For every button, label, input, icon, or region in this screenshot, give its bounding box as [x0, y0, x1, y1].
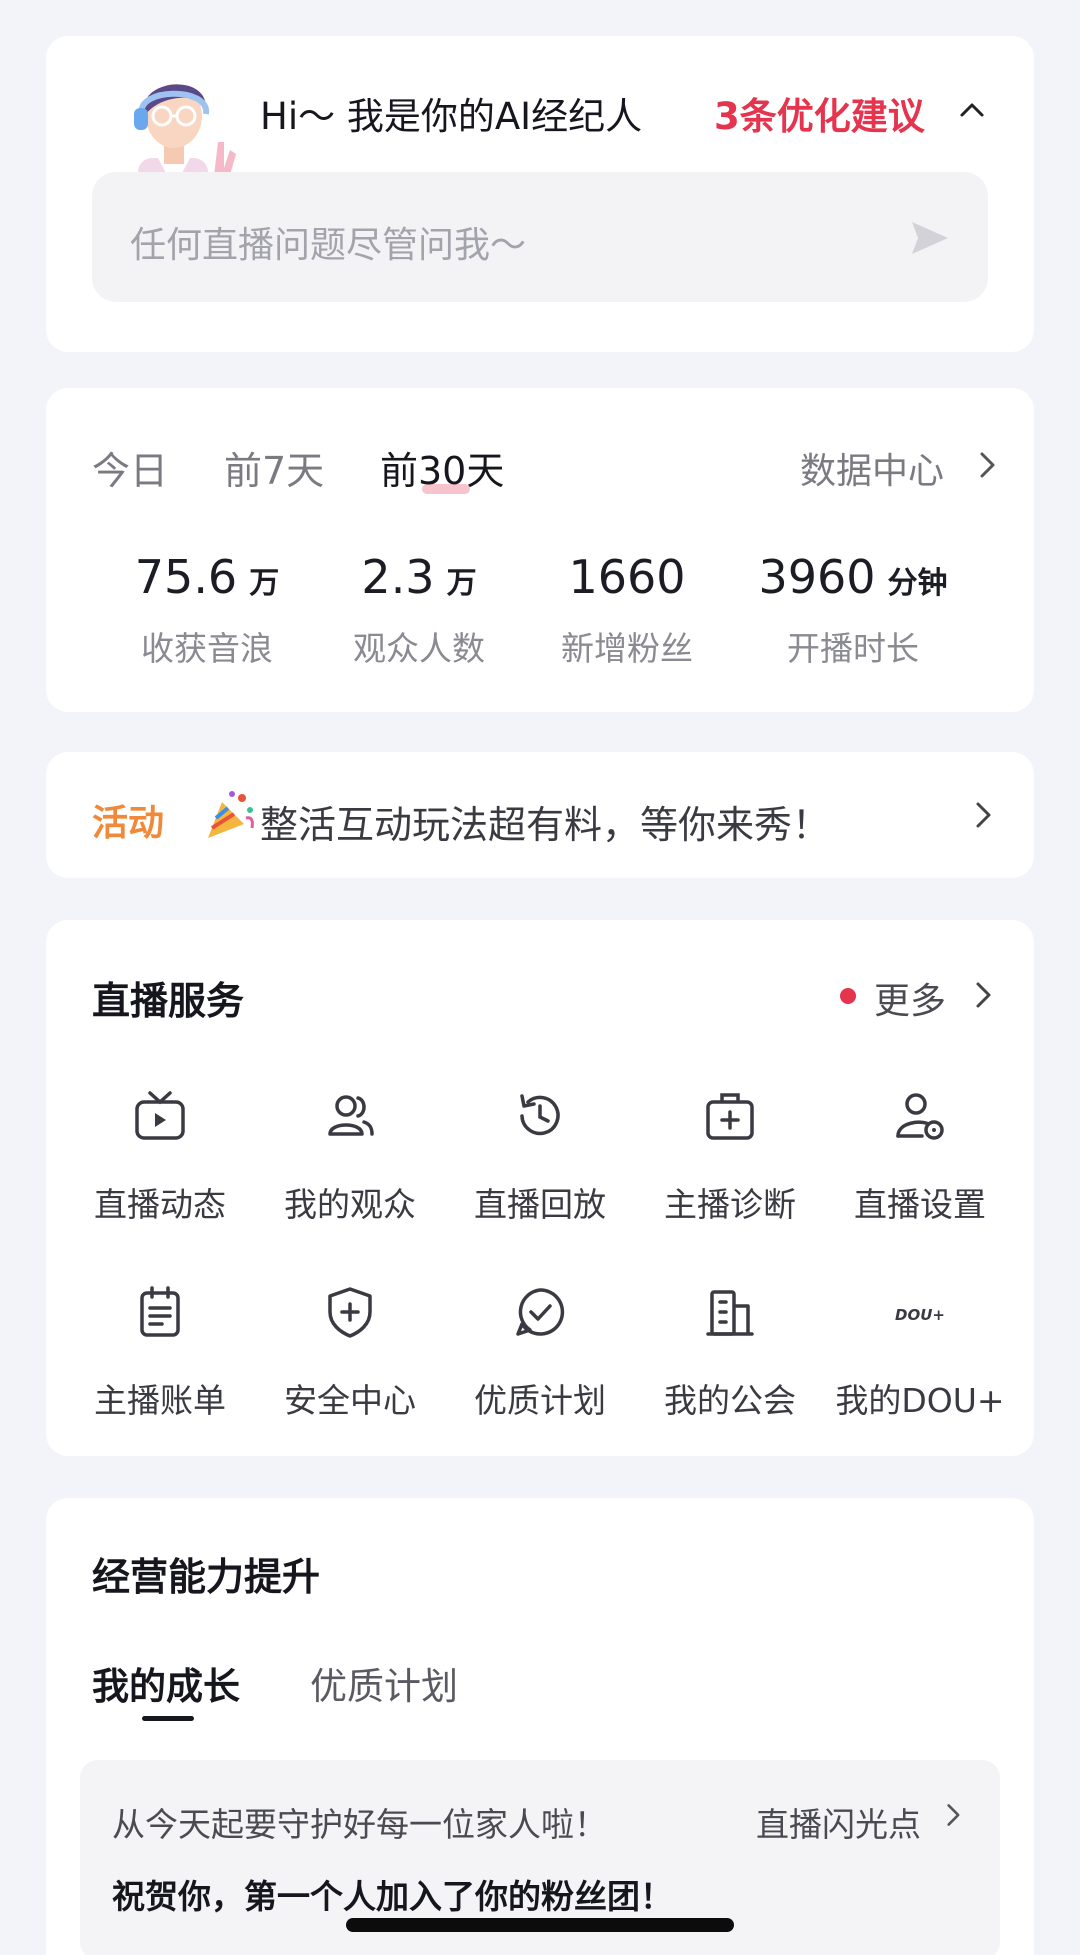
- service-label: 优质计划: [474, 1381, 606, 1420]
- service-label: 主播诊断: [664, 1185, 796, 1224]
- active-tab-indicator: [142, 1716, 194, 1721]
- growth-congrats: 祝贺你，第一个人加入了你的粉丝团！: [112, 1877, 673, 1916]
- users-icon: [328, 1095, 374, 1136]
- agent-greeting: Hi～ 我是你的AI经纪人: [260, 95, 643, 138]
- tv-play-icon: [135, 1091, 185, 1140]
- service-security-center[interactable]: 安全中心: [260, 1284, 440, 1444]
- ai-agent-card: Hi～ 我是你的AI经纪人 3条优化建议 任何直播问题尽管问我～: [46, 36, 1034, 352]
- service-label: 直播设置: [854, 1185, 986, 1224]
- service-live-updates[interactable]: 直播动态: [70, 1088, 250, 1248]
- stat-unit: 万: [249, 566, 280, 601]
- business-growth-card: 经营能力提升 我的成长 优质计划 从今天起要守护好每一位家人啦！ 直播闪光点 祝…: [46, 1498, 1034, 1955]
- ask-input-placeholder: 任何直播问题尽管问我～: [130, 225, 527, 266]
- history-icon: [520, 1094, 560, 1136]
- party-popper-icon: [208, 791, 254, 838]
- page: Hi～ 我是你的AI经纪人 3条优化建议 任何直播问题尽管问我～ 今日 前7天 …: [0, 0, 1080, 1955]
- growth-message: 从今天起要守护好每一位家人啦！: [112, 1805, 607, 1844]
- service-label: 我的DOU+: [835, 1381, 1005, 1420]
- tab-my-growth[interactable]: 我的成长: [92, 1656, 240, 1710]
- building-icon: [706, 1290, 754, 1336]
- ask-input[interactable]: 任何直播问题尽管问我～: [92, 172, 988, 302]
- dou-plus-icon: DOU+: [895, 1306, 945, 1324]
- stat-new-fans: 1660: [512, 550, 742, 604]
- stat-unit: 万: [446, 566, 477, 601]
- service-my-guild[interactable]: 我的公会: [640, 1284, 820, 1444]
- tab-last-7-days[interactable]: 前7天: [224, 440, 324, 495]
- service-label: 我的公会: [664, 1381, 796, 1420]
- activity-tag: 活动: [92, 803, 165, 844]
- service-label: 安全中心: [284, 1381, 416, 1420]
- data-center-link[interactable]: 数据中心: [800, 442, 944, 494]
- tab-today[interactable]: 今日: [92, 440, 168, 495]
- stat-value: 1660: [568, 550, 686, 604]
- service-my-dou-plus[interactable]: DOU+ 我的DOU+: [830, 1284, 1010, 1444]
- chevron-right-icon[interactable]: [968, 980, 998, 1010]
- tab-last-30-days[interactable]: 前30天: [380, 440, 504, 495]
- home-indicator[interactable]: [346, 1918, 734, 1932]
- service-streamer-diagnosis[interactable]: 主播诊断: [640, 1088, 820, 1248]
- stat-viewers: 2.3 万: [304, 550, 534, 604]
- chevron-right-icon[interactable]: [968, 800, 998, 830]
- service-label: 直播回放: [474, 1185, 606, 1224]
- send-icon[interactable]: [908, 216, 952, 260]
- stat-value: 75.6: [134, 550, 238, 604]
- stats-card: 今日 前7天 前30天 数据中心 75.6 万 收获音浪 2.3 万 观众人数 16…: [46, 388, 1034, 712]
- optimization-suggestions-link[interactable]: 3条优化建议: [714, 86, 925, 140]
- check-badge-icon: [516, 1288, 565, 1336]
- service-label: 主播账单: [94, 1381, 226, 1420]
- user-settings-icon: [896, 1093, 944, 1140]
- shield-plus-icon: [328, 1287, 372, 1338]
- section-title: 直播服务: [92, 979, 245, 1023]
- service-live-settings[interactable]: 直播设置: [830, 1088, 1010, 1248]
- stat-sound-waves: 75.6 万: [92, 550, 322, 604]
- service-live-replay[interactable]: 直播回放: [450, 1088, 630, 1248]
- more-link[interactable]: 更多: [874, 972, 946, 1024]
- stat-unit: 分钟: [887, 566, 948, 601]
- activity-banner[interactable]: 活动 整活互动玩法超有料，等你来秀！: [46, 752, 1034, 878]
- chevron-up-icon[interactable]: [956, 94, 988, 126]
- service-my-audience[interactable]: 我的观众: [260, 1088, 440, 1248]
- tab-quality-plan[interactable]: 优质计划: [310, 1656, 458, 1710]
- chevron-right-icon[interactable]: [940, 1802, 966, 1828]
- activity-text: 整活互动玩法超有料，等你来秀！: [260, 803, 831, 847]
- stat-label: 新增粉丝: [561, 629, 693, 668]
- bill-icon: [140, 1286, 180, 1337]
- section-title: 经营能力提升: [92, 1555, 321, 1599]
- stat-label: 观众人数: [353, 629, 485, 668]
- live-highlights-link[interactable]: 直播闪光点: [756, 1798, 921, 1846]
- stat-label: 开播时长: [787, 629, 919, 668]
- service-quality-plan[interactable]: 优质计划: [450, 1284, 630, 1444]
- stat-label: 收获音浪: [141, 629, 273, 668]
- svg-text:DOU+: DOU+: [895, 1306, 945, 1324]
- service-label: 我的观众: [284, 1185, 416, 1224]
- live-services-card: 直播服务 更多 直播动态 我的观众 直播回放 主播诊断 直播设置 主播账单 安全…: [46, 920, 1034, 1456]
- service-label: 直播动态: [94, 1185, 226, 1224]
- stat-value: 3960: [758, 550, 876, 604]
- stat-live-duration: 3960 分钟: [738, 550, 968, 604]
- notification-dot: [840, 988, 856, 1004]
- chevron-right-icon[interactable]: [972, 450, 1002, 480]
- stat-value: 2.3: [361, 550, 435, 604]
- medical-kit-icon: [706, 1093, 754, 1140]
- service-streamer-bill[interactable]: 主播账单: [70, 1284, 250, 1444]
